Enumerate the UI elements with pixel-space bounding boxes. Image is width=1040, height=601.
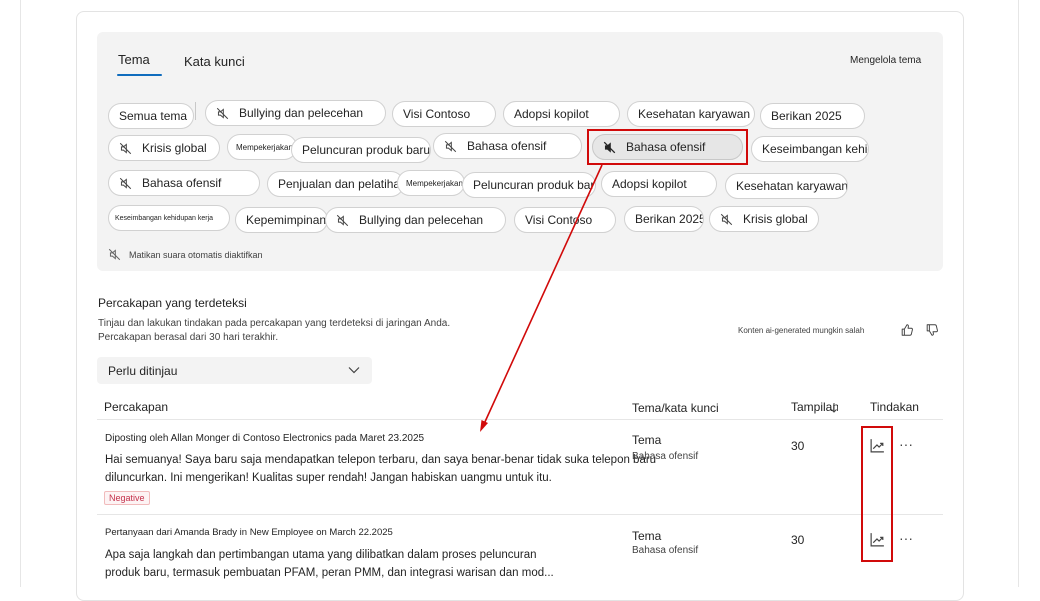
section-subdescription: Percakapan berasal dari 30 hari terakhir… bbox=[98, 332, 279, 343]
chip-label: Keseimbangan kehidupan kerja bbox=[762, 142, 868, 156]
chip-label: Semua tema bbox=[119, 109, 188, 123]
chip-topic[interactable]: Berikan 2025 bbox=[624, 206, 704, 232]
chip-label: Krisis global bbox=[142, 141, 207, 155]
manage-topics-link[interactable]: Mengelola tema bbox=[850, 55, 921, 66]
chip-separator bbox=[195, 102, 196, 120]
chip-label: Keseimbangan kehidupan kerja bbox=[115, 214, 214, 222]
section-title: Percakapan yang terdeteksi bbox=[98, 296, 247, 310]
topic-value: Bahasa ofensif bbox=[632, 545, 699, 556]
conversation-text: Hai semuanya! Saya baru saja mendapatkan… bbox=[105, 454, 657, 466]
chip-topic[interactable]: Krisis global bbox=[709, 206, 819, 232]
chip-topic[interactable]: Penjualan dan pelatihan bbox=[267, 171, 404, 197]
muted-speaker-icon bbox=[108, 248, 121, 261]
chip-label: Adopsi kopilot bbox=[514, 107, 589, 121]
conversation-meta: Diposting oleh Allan Monger di Contoso E… bbox=[105, 433, 425, 444]
topic-value: Bahasa ofensif bbox=[632, 451, 699, 462]
conversation-text: produk baru, termasuk pembuatan PFAM, pe… bbox=[105, 567, 554, 579]
column-header-topic: Tema/kata kunci bbox=[632, 401, 719, 415]
chip-topic[interactable]: Visi Contoso bbox=[392, 101, 496, 127]
chip-label: Bahasa ofensif bbox=[142, 176, 222, 190]
conversation-meta: Pertanyaan dari Amanda Brady in New Empl… bbox=[105, 527, 393, 538]
status-filter-dropdown[interactable]: Perlu ditinjau bbox=[97, 357, 372, 384]
chip-topic[interactable]: Keseimbangan kehidupan kerja bbox=[108, 205, 230, 231]
column-header-conversation: Percakapan bbox=[104, 400, 169, 414]
chip-label: Kepemimpinan bbox=[246, 213, 327, 227]
tab-topics[interactable]: Tema bbox=[118, 52, 150, 67]
chip-topic[interactable]: Bullying dan pelecehan bbox=[325, 207, 506, 233]
dropdown-selected-value: Perlu ditinjau bbox=[108, 363, 178, 378]
muted-speaker-icon bbox=[720, 213, 733, 226]
chip-topic[interactable]: Krisis global bbox=[108, 135, 220, 161]
chip-topic[interactable]: Mempekerjakan bbox=[227, 134, 297, 160]
chip-topic[interactable]: Kesehatan karyawan bbox=[725, 173, 848, 199]
muted-speaker-icon bbox=[216, 107, 229, 120]
auto-mute-note: Matikan suara otomatis diaktifkan bbox=[108, 248, 263, 261]
chip-label: Peluncuran produk baru bbox=[302, 143, 431, 157]
tab-active-indicator bbox=[117, 74, 162, 76]
chip-topic[interactable]: Mempekerjakan bbox=[397, 170, 465, 196]
chip-topic[interactable]: Peluncuran produk baru bbox=[291, 137, 431, 163]
column-header-actions: Tindakan bbox=[870, 400, 919, 414]
chip-label: Visi Contoso bbox=[525, 213, 593, 227]
view-count: 30 bbox=[791, 439, 805, 453]
muted-speaker-icon bbox=[119, 177, 132, 190]
chip-label: Bullying dan pelecehan bbox=[239, 106, 364, 120]
thumbs-up-icon[interactable] bbox=[900, 323, 914, 337]
muted-speaker-icon bbox=[444, 140, 457, 153]
chip-label: Berikan 2025 bbox=[771, 109, 842, 123]
chip-label: Peluncuran produk baru bbox=[473, 178, 596, 192]
chip-label: Adopsi kopilot bbox=[612, 177, 687, 191]
annotation-highlight-actions bbox=[861, 426, 893, 562]
thumbs-down-icon[interactable] bbox=[925, 323, 939, 337]
chip-label: Kesehatan karyawan bbox=[736, 179, 848, 193]
chip-topic[interactable]: Berikan 2025 bbox=[760, 103, 865, 129]
chip-topic[interactable]: Bahasa ofensif bbox=[433, 133, 582, 159]
muted-speaker-icon bbox=[119, 142, 132, 155]
annotation-highlight-chip bbox=[587, 129, 748, 165]
sort-arrow-icon bbox=[831, 403, 837, 413]
tab-keywords[interactable]: Kata kunci bbox=[184, 54, 245, 69]
chip-label: Mempekerjakan bbox=[236, 142, 293, 152]
chip-topic[interactable]: Keseimbangan kehidupan kerja bbox=[751, 136, 869, 162]
frame-border-right bbox=[1018, 0, 1019, 587]
topic-label: Tema bbox=[632, 433, 662, 447]
chip-label: Bullying dan pelecehan bbox=[359, 213, 484, 227]
chip-all-topics[interactable]: Semua tema bbox=[108, 103, 194, 129]
conversation-text: diluncurkan. Ini mengerikan! Kualitas su… bbox=[105, 472, 552, 484]
frame-border-left bbox=[20, 0, 21, 587]
more-options-icon[interactable]: ··· bbox=[899, 530, 913, 546]
section-description: Tinjau dan lakukan tindakan pada percaka… bbox=[98, 318, 451, 329]
muted-speaker-icon bbox=[336, 214, 349, 227]
chevron-down-icon bbox=[348, 367, 360, 374]
chip-label: Mempekerjakan bbox=[406, 178, 463, 188]
chip-label: Bahasa ofensif bbox=[467, 139, 547, 153]
chip-topic[interactable]: Adopsi kopilot bbox=[503, 101, 620, 127]
chip-topic[interactable]: Kepemimpinan bbox=[235, 207, 328, 233]
chip-topic[interactable]: Bullying dan pelecehan bbox=[205, 100, 386, 126]
ai-disclaimer: Konten ai-generated mungkin salah bbox=[738, 326, 865, 335]
chip-topic[interactable]: Peluncuran produk baru bbox=[462, 172, 596, 198]
chip-label: Kesehatan karyawan bbox=[638, 107, 751, 121]
row-divider bbox=[97, 514, 943, 515]
more-options-icon[interactable]: ··· bbox=[899, 436, 913, 452]
app-frame: Tema Kata kunci Mengelola tema Semua tem… bbox=[0, 0, 1040, 601]
chip-label: Berikan 2025 bbox=[635, 212, 704, 226]
chip-label: Visi Contoso bbox=[403, 107, 471, 121]
table-header-divider bbox=[97, 419, 943, 420]
conversation-text: Apa saja langkah dan pertimbangan utama … bbox=[105, 549, 537, 561]
chip-label: Krisis global bbox=[743, 212, 808, 226]
chip-topic[interactable]: Kesehatan karyawan bbox=[627, 101, 755, 127]
topic-label: Tema bbox=[632, 529, 662, 543]
chip-topic[interactable]: Adopsi kopilot bbox=[601, 171, 717, 197]
view-count: 30 bbox=[791, 533, 805, 547]
sentiment-badge: Negative bbox=[104, 491, 150, 505]
chip-topic[interactable]: Bahasa ofensif bbox=[108, 170, 260, 196]
auto-mute-text: Matikan suara otomatis diaktifkan bbox=[129, 249, 263, 260]
chip-topic[interactable]: Visi Contoso bbox=[514, 207, 616, 233]
chip-label: Penjualan dan pelatihan bbox=[278, 177, 404, 191]
